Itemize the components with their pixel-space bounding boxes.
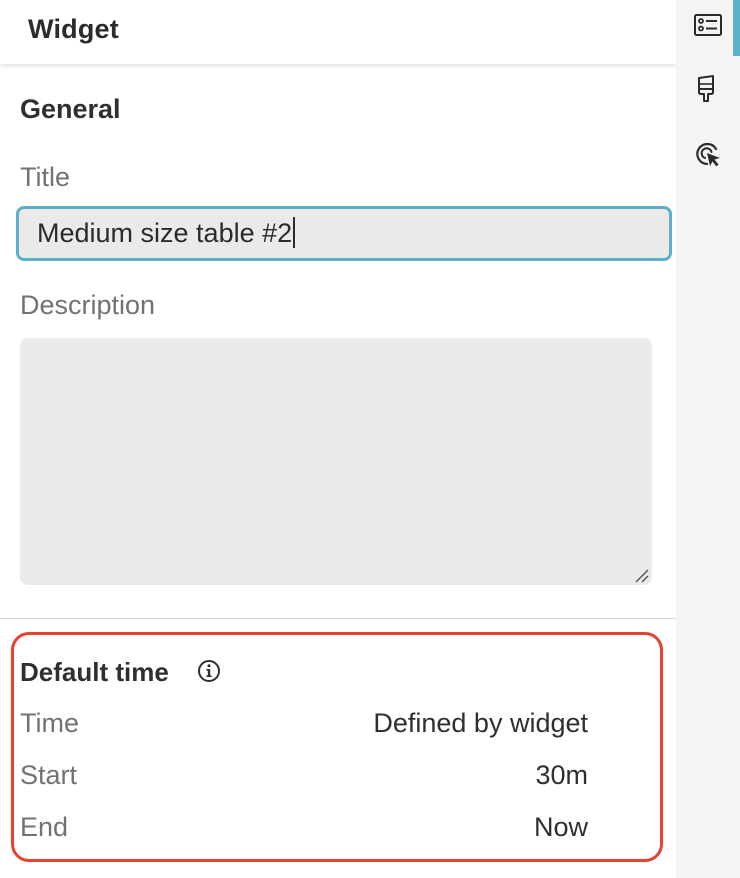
text-caret [293,217,295,248]
title-input-text: Medium size table #2 [37,218,293,248]
title-input-value: Medium size table #2 [37,217,295,249]
info-icon[interactable] [197,659,221,683]
general-section-title: General [20,94,121,124]
sidebar-active-indicator [733,0,740,56]
section-divider [0,618,676,619]
description-textarea[interactable] [20,338,652,585]
resize-handle-icon[interactable] [633,567,649,583]
start-label: Start [20,760,78,790]
panel-header: Widget [0,0,676,64]
end-label: End [20,812,69,842]
settings-sidebar [676,0,740,878]
general-settings-icon [694,14,722,36]
end-value: Now [533,812,588,842]
paintbrush-icon [698,75,714,102]
title-label: Title [20,162,71,192]
time-label: Time [20,708,79,738]
interaction-cursor-icon [696,142,720,167]
start-value: 30m [535,760,588,790]
default-time-section-title: Default time [20,657,169,687]
panel-title: Widget [28,14,119,44]
widget-editor: Widget General Title Medium size table #… [0,0,740,878]
widget-settings-panel: Widget General Title Medium size table #… [0,0,676,878]
sidebar-item-general[interactable] [676,0,740,56]
sidebar-item-style[interactable] [676,62,740,118]
sidebar-item-interactions[interactable] [676,128,740,184]
time-value: Defined by widget [373,708,588,738]
description-label: Description [20,290,156,320]
